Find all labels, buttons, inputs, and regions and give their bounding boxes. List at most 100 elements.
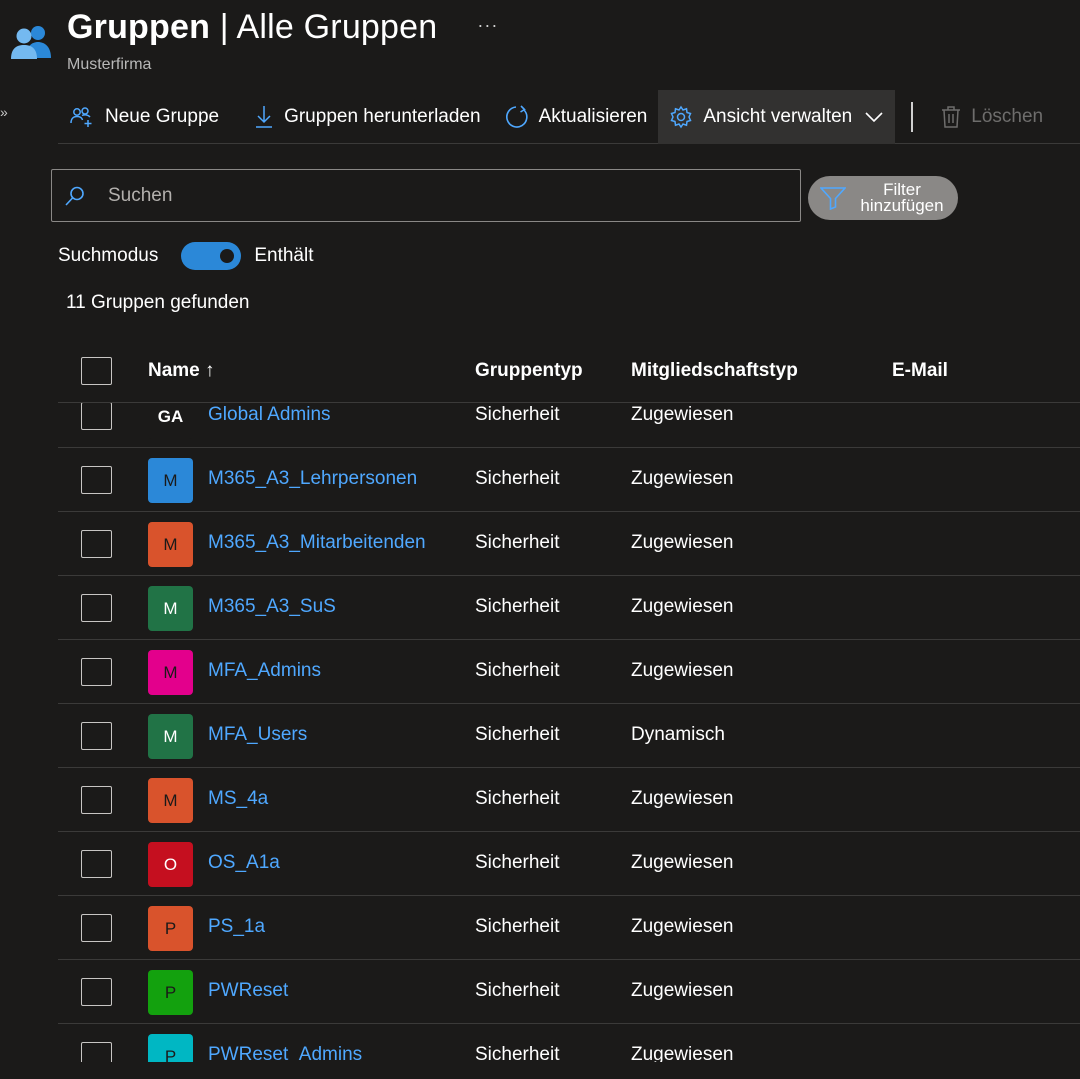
group-type-cell: Sicherheit bbox=[475, 1044, 560, 1062]
table-body: GA Global Admins Sicherheit Zugewiesen M M365… bbox=[58, 384, 1080, 1062]
command-bar: Neue Gruppe Gruppen herunterladen Aktual… bbox=[58, 89, 1080, 144]
table-row[interactable]: M MFA_Users Sicherheit Dynamisch bbox=[58, 704, 1080, 768]
group-name-link[interactable]: M365_A3_SuS bbox=[208, 596, 336, 618]
refresh-icon bbox=[505, 104, 528, 128]
group-name-link[interactable]: Global Admins bbox=[208, 404, 331, 426]
group-avatar: M bbox=[148, 778, 193, 823]
groups-table: GA Global Admins Sicherheit Zugewiesen M M365… bbox=[58, 340, 1080, 1062]
group-type-cell: Sicherheit bbox=[475, 980, 560, 1001]
row-checkbox[interactable] bbox=[81, 850, 112, 878]
row-checkbox[interactable] bbox=[81, 530, 112, 558]
select-all-checkbox[interactable] bbox=[81, 357, 112, 385]
group-avatar: P bbox=[148, 906, 193, 951]
group-type-cell: Sicherheit bbox=[475, 404, 560, 425]
trash-icon bbox=[942, 105, 961, 128]
row-checkbox[interactable] bbox=[81, 402, 112, 430]
group-avatar: M bbox=[148, 650, 193, 695]
delete-label: Löschen bbox=[971, 105, 1044, 127]
group-type-cell: Sicherheit bbox=[475, 468, 560, 489]
group-type-cell: Sicherheit bbox=[475, 660, 560, 681]
toolbar-divider bbox=[911, 101, 914, 132]
refresh-label: Aktualisieren bbox=[538, 105, 648, 127]
download-icon bbox=[256, 105, 273, 128]
group-name-link[interactable]: OS_A1a bbox=[208, 852, 280, 874]
table-row[interactable]: M MS_4a Sicherheit Zugewiesen bbox=[58, 768, 1080, 832]
new-group-label: Neue Gruppe bbox=[105, 105, 220, 127]
membership-type-cell: Zugewiesen bbox=[631, 532, 734, 553]
manage-view-label: Ansicht verwalten bbox=[703, 105, 853, 127]
expand-menu-button[interactable]: » bbox=[0, 104, 8, 120]
table-row[interactable]: P PWReset Sicherheit Zugewiesen bbox=[58, 960, 1080, 1024]
group-type-cell: Sicherheit bbox=[475, 724, 560, 745]
table-row[interactable]: M M365_A3_Lehrpersonen Sicherheit Zugewiese… bbox=[58, 448, 1080, 512]
tenant-subtitle: Musterfirma bbox=[67, 56, 152, 73]
row-checkbox[interactable] bbox=[81, 658, 112, 686]
group-name-link[interactable]: PWReset bbox=[208, 980, 288, 1002]
group-type-cell: Sicherheit bbox=[475, 916, 560, 937]
row-checkbox[interactable] bbox=[81, 978, 112, 1006]
group-type-cell: Sicherheit bbox=[475, 596, 560, 617]
group-name-link[interactable]: PS_1a bbox=[208, 916, 265, 938]
search-mode-toggle[interactable] bbox=[181, 242, 242, 270]
more-options-button[interactable]: ··· bbox=[477, 15, 498, 36]
delete-button[interactable]: Löschen bbox=[929, 90, 1054, 144]
groups-app-icon bbox=[11, 26, 51, 59]
membership-type-cell: Zugewiesen bbox=[631, 1044, 734, 1062]
group-avatar: M bbox=[148, 586, 193, 631]
column-header-email[interactable]: E-Mail bbox=[892, 360, 948, 382]
page-title: Gruppen | Alle Gruppen bbox=[67, 8, 438, 46]
table-row[interactable]: P PS_1a Sicherheit Zugewiesen bbox=[58, 896, 1080, 960]
table-row[interactable]: O OS_A1a Sicherheit Zugewiesen bbox=[58, 832, 1080, 896]
table-row[interactable]: P PWReset_Admins Sicherheit Zugewiesen bbox=[58, 1024, 1080, 1062]
column-header-membership-type[interactable]: Mitgliedschaftstyp bbox=[631, 360, 798, 382]
search-mode-label: Suchmodus bbox=[58, 245, 159, 266]
row-checkbox[interactable] bbox=[81, 722, 112, 750]
manage-view-button[interactable]: Ansicht verwalten bbox=[658, 89, 896, 144]
group-name-link[interactable]: MS_4a bbox=[208, 788, 268, 810]
group-name-link[interactable]: M365_A3_Lehrpersonen bbox=[208, 468, 417, 490]
group-name-link[interactable]: PWReset_Admins bbox=[208, 1044, 362, 1062]
chevron-down-icon bbox=[865, 111, 883, 122]
column-header-group-type[interactable]: Gruppentyp bbox=[475, 360, 583, 382]
add-filter-button[interactable]: Filter hinzufügen bbox=[808, 176, 958, 220]
group-name-link[interactable]: M365_A3_Mitarbeitenden bbox=[208, 532, 426, 554]
table-row[interactable]: M MFA_Admins Sicherheit Zugewiesen bbox=[58, 640, 1080, 704]
group-avatar: P bbox=[148, 1034, 193, 1062]
search-box bbox=[51, 169, 801, 222]
search-icon bbox=[65, 186, 84, 206]
row-checkbox[interactable] bbox=[81, 786, 112, 814]
membership-type-cell: Zugewiesen bbox=[631, 468, 734, 489]
group-type-cell: Sicherheit bbox=[475, 852, 560, 873]
table-row[interactable]: M M365_A3_SuS Sicherheit Zugewiesen bbox=[58, 576, 1080, 640]
group-type-cell: Sicherheit bbox=[475, 788, 560, 809]
refresh-button[interactable]: Aktualisieren bbox=[492, 90, 659, 144]
row-checkbox[interactable] bbox=[81, 914, 112, 942]
membership-type-cell: Zugewiesen bbox=[631, 980, 734, 1001]
result-count: 11 Gruppen gefunden bbox=[66, 292, 250, 313]
membership-type-cell: Zugewiesen bbox=[631, 404, 734, 425]
column-header-name[interactable]: Name ↑ bbox=[148, 360, 215, 382]
gear-icon bbox=[670, 105, 692, 128]
membership-type-cell: Zugewiesen bbox=[631, 788, 734, 809]
group-type-cell: Sicherheit bbox=[475, 532, 560, 553]
row-checkbox[interactable] bbox=[81, 594, 112, 622]
membership-type-cell: Zugewiesen bbox=[631, 916, 734, 937]
toggle-knob bbox=[220, 249, 235, 263]
table-header: Name ↑ Gruppentyp Mitgliedschaftstyp E-M… bbox=[58, 340, 1080, 403]
group-name-link[interactable]: MFA_Users bbox=[208, 724, 307, 746]
row-checkbox[interactable] bbox=[81, 1042, 112, 1062]
filter-icon bbox=[820, 187, 846, 210]
search-input[interactable] bbox=[108, 184, 748, 207]
table-row[interactable]: M M365_A3_Mitarbeitenden Sicherheit Zugewie… bbox=[58, 512, 1080, 576]
search-mode-value: Enthält bbox=[254, 245, 314, 266]
group-avatar: M bbox=[148, 522, 193, 567]
group-name-link[interactable]: MFA_Admins bbox=[208, 660, 321, 682]
membership-type-cell: Zugewiesen bbox=[631, 852, 734, 873]
group-avatar: O bbox=[148, 842, 193, 887]
row-checkbox[interactable] bbox=[81, 466, 112, 494]
download-groups-button[interactable]: Gruppen herunterladen bbox=[243, 90, 491, 144]
new-group-button[interactable]: Neue Gruppe bbox=[58, 90, 230, 144]
membership-type-cell: Dynamisch bbox=[631, 724, 725, 745]
membership-type-cell: Zugewiesen bbox=[631, 660, 734, 681]
download-groups-label: Gruppen herunterladen bbox=[284, 105, 481, 127]
